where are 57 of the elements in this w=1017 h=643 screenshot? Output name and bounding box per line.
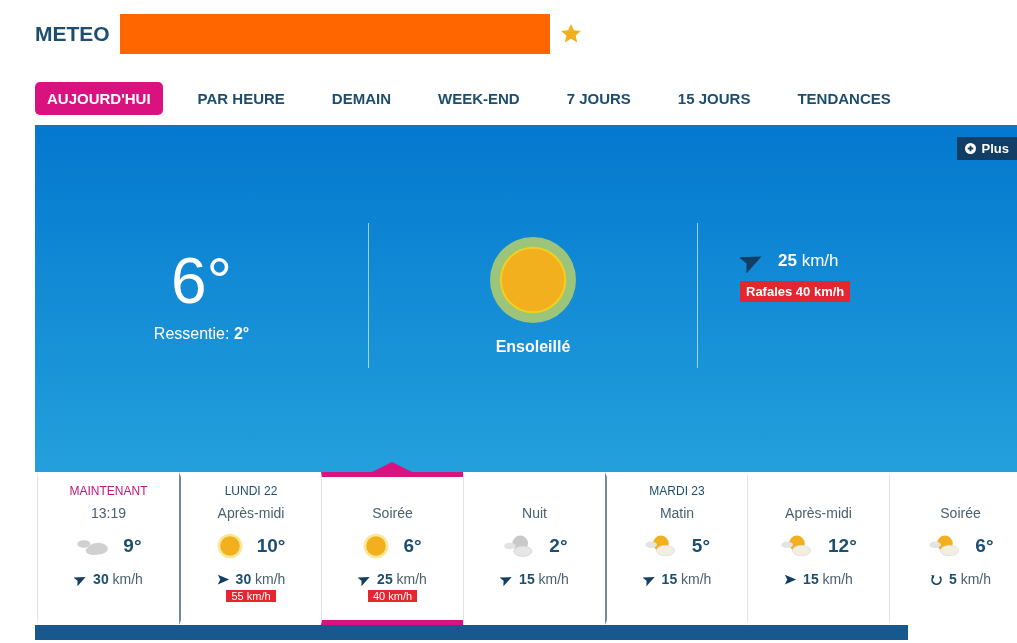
tab[interactable]: AUJOURD'HUI	[35, 82, 163, 115]
temperature: 6°	[403, 535, 422, 557]
day-label: LUNDI 22	[224, 483, 278, 500]
sun-icon	[216, 533, 243, 559]
wind-speed: 30 km/h	[93, 571, 143, 587]
tab[interactable]: DEMAIN	[319, 82, 403, 115]
forecast-card[interactable]: MAINTENANT 13:19 9° 30 km/h	[37, 472, 179, 625]
gust-badge: 40 km/h	[367, 590, 418, 602]
wind-speed: 15 km/h	[803, 571, 853, 587]
wind-arrow-icon	[216, 572, 230, 586]
temperature: 6°	[975, 535, 994, 557]
wind-speed: 25 km/h	[778, 251, 839, 271]
day-label: MARDI 23	[649, 483, 705, 500]
tab[interactable]: 7 JOURS	[554, 82, 643, 115]
temperature: 6°	[170, 248, 233, 313]
sun-icon	[363, 533, 390, 559]
temperature: 5°	[691, 535, 710, 557]
star-icon[interactable]	[559, 23, 582, 45]
temperature: 12°	[828, 535, 857, 557]
forecast-card[interactable]: Après-midi 12° 15 km/h	[747, 472, 889, 625]
forecast-card[interactable]: MARDI 23 Matin 5° 15 km/h	[605, 472, 747, 625]
sun-icon	[489, 235, 577, 324]
wind-speed: 5 km/h	[949, 571, 991, 587]
period-label: Après-midi	[217, 505, 285, 521]
feels-like: Ressentie: 2°	[153, 324, 250, 343]
wind-speed: 15 km/h	[519, 571, 569, 587]
forecast-card[interactable]: Soirée 6° 5 km/h	[889, 472, 1017, 625]
period-label: Matin	[659, 505, 695, 521]
tab[interactable]: WEEK-END	[426, 82, 532, 115]
forecast-card[interactable]: Soirée 6° 25 km/h 40 km/h	[321, 472, 463, 625]
wind-speed: 25 km/h	[377, 571, 427, 587]
day-label: MAINTENANT	[69, 483, 148, 500]
plus-icon	[964, 143, 976, 154]
forecast-card[interactable]: LUNDI 22 Après-midi 10° 30 km/h 55 km/h	[179, 472, 321, 625]
condition-label: Ensoleillé	[495, 337, 571, 356]
temperature: 2°	[549, 535, 568, 557]
forecast-card[interactable]: Nuit 2° 15 km/h	[463, 472, 605, 625]
tab[interactable]: 15 JOURS	[665, 82, 763, 115]
rotate-icon	[930, 572, 943, 586]
sun-cloud-icon	[927, 533, 962, 559]
wind-arrow-icon	[784, 572, 798, 586]
gust-badge: 55 km/h	[226, 590, 276, 602]
temperature: 9°	[123, 535, 142, 557]
more-button[interactable]: Plus	[956, 137, 1017, 160]
wind-speed: 30 km/h	[235, 571, 286, 587]
period-label: 13:19	[90, 505, 126, 521]
gust-badge: Rafales 40 km/h	[740, 281, 851, 302]
period-label: Soirée	[372, 505, 413, 521]
tab[interactable]: TENDANCES	[785, 82, 903, 115]
period-label: Nuit	[522, 505, 547, 521]
wind-speed: 15 km/h	[661, 571, 712, 587]
tab[interactable]: PAR HEURE	[185, 82, 297, 115]
period-label: Après-midi	[785, 505, 852, 521]
period-label: Soirée	[940, 505, 981, 521]
page-title: METEO	[35, 22, 110, 46]
temperature: 10°	[256, 535, 286, 557]
sun-cloud-icon	[644, 533, 678, 559]
